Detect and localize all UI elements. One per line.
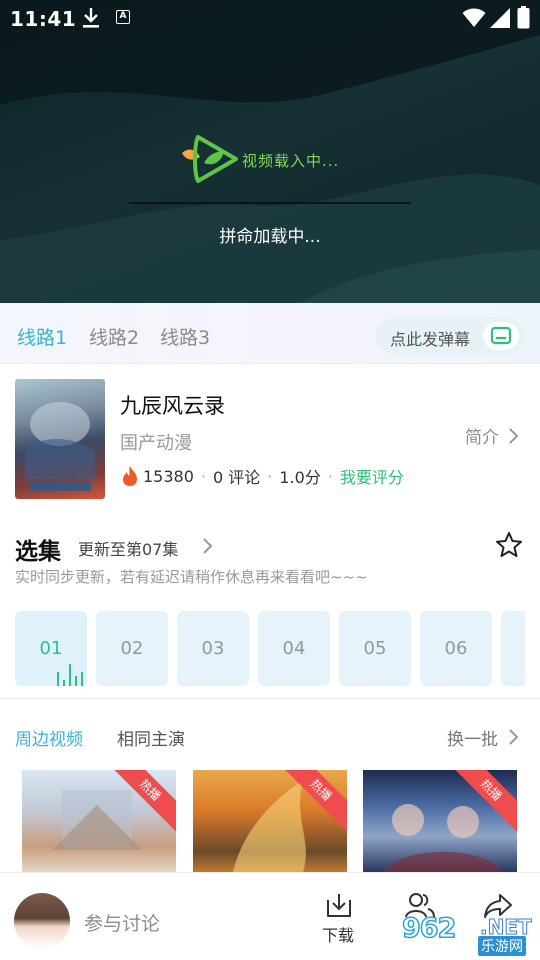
episode-number: 04 [282,638,306,659]
episode-number: 03 [201,638,225,659]
episode-number: 06 [444,638,468,659]
notification-a-icon: A [116,10,130,24]
danmu-icon-wrap [483,322,519,350]
episode-item[interactable]: 03 [177,611,249,686]
bottom-bar: 参与讨论 下载 962 .NET 乐游网 [0,872,540,960]
status-time: 11:41 [10,7,77,31]
episode-item[interactable]: 01 [15,611,87,686]
watermark-number: 962 [401,912,457,945]
stats-separator: · [327,466,333,486]
video-loading-subtext: 拼命加载中... [219,227,321,247]
episodes-update-link[interactable]: 更新至第07集 [78,536,178,560]
stats-separator: · [200,466,206,486]
tab-route-3[interactable]: 线路3 [160,323,210,350]
episodes-note: 实时同步更新，若有延迟请稍作休息再来看看吧~~~ [15,568,368,586]
related-video-thumbnail[interactable]: 热播 [193,770,347,872]
episode-item[interactable] [501,611,525,686]
site-watermark: 962 .NET 乐游网 [401,912,534,957]
episode-item[interactable]: 02 [96,611,168,686]
anime-title: 九辰风云录 [120,394,225,418]
anime-category: 国产动漫 [120,433,192,454]
video-loading-text: 视频载入中... [242,152,340,170]
signal-icon [490,8,510,28]
episode-list: 01 02 03 04 05 06 [15,611,525,686]
score: 1.0分 [279,468,321,487]
download-label[interactable]: 下载 [322,922,354,946]
download-icon[interactable] [325,891,353,919]
episode-item[interactable]: 06 [420,611,492,686]
chevron-right-icon[interactable] [508,427,520,445]
episode-item[interactable]: 04 [258,611,330,686]
watermark-site: 乐游网 [478,936,526,956]
tab-route-1[interactable]: 线路1 [17,323,67,350]
tab-same-cast[interactable]: 相同主演 [117,725,185,750]
comment-count[interactable]: 0 评论 [213,464,260,488]
status-bar: 11:41 A [0,0,540,36]
playing-indicator-icon [57,664,83,686]
episode-number: 05 [363,638,387,659]
episode-number: 02 [120,638,144,659]
anime-poster[interactable] [15,379,105,499]
episodes-heading: 选集 [15,539,61,565]
intro-link[interactable]: 简介 [465,423,499,448]
discuss-input[interactable]: 参与讨论 [84,909,160,936]
episode-item[interactable]: 05 [339,611,411,686]
video-logo-icon [182,135,238,183]
download-status-icon [83,8,99,28]
related-video-thumbnail[interactable]: 热播 [22,770,176,872]
favorite-star-icon[interactable] [494,530,524,560]
chevron-right-icon[interactable] [508,728,520,746]
route-tabs: 线路1 线路2 线路3 点此发弹幕 [0,303,540,364]
tab-route-2[interactable]: 线路2 [89,323,139,350]
send-danmu-button[interactable]: 点此发弹幕 [376,317,526,355]
refresh-batch-button[interactable]: 换一批 [447,725,498,750]
tab-related-videos[interactable]: 周边视频 [15,725,83,750]
poster-art [25,402,95,491]
wifi-icon [462,8,486,27]
send-danmu-label: 点此发弹幕 [390,330,471,349]
user-avatar[interactable] [14,893,70,949]
episode-number: 01 [39,638,63,659]
loading-progress-bar [129,202,411,204]
heat-count: 15380 [143,466,194,486]
battery-icon [517,6,530,29]
fire-icon [123,466,137,486]
related-video-thumbnail[interactable]: 热播 [363,770,517,872]
section-divider [0,698,540,699]
video-player[interactable]: 11:41 A 视频载入中... 拼命加载中... [0,0,540,303]
stats-separator: · [267,466,273,486]
anime-stats: 15380 · 0 评论 · 1.0分 · 我要评分 [120,464,404,488]
chevron-right-icon[interactable] [202,537,214,555]
rate-button[interactable]: 我要评分 [340,464,404,488]
danmu-icon [490,326,512,345]
